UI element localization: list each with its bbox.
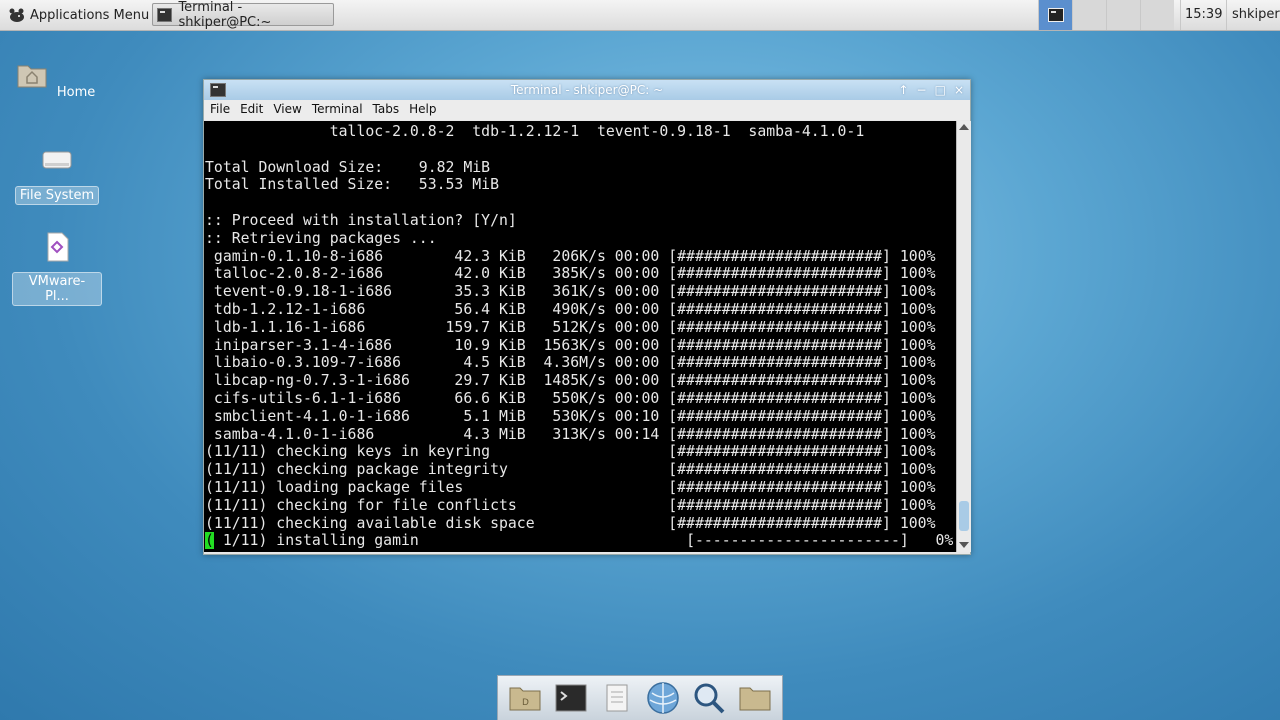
text-editor-icon bbox=[606, 684, 628, 712]
terminal-line: ldb-1.1.16-1-i686 159.7 KiB 512K/s 00:00… bbox=[205, 318, 936, 336]
dock-search[interactable] bbox=[691, 680, 727, 716]
maximize-button[interactable]: □ bbox=[935, 80, 946, 100]
workspace-switcher bbox=[1038, 0, 1174, 30]
workspace-2[interactable] bbox=[1072, 0, 1106, 30]
terminal-line: tdb-1.2.12-1-i686 56.4 KiB 490K/s 00:00 … bbox=[205, 300, 936, 318]
terminal-line: iniparser-3.1-4-i686 10.9 KiB 1563K/s 00… bbox=[205, 336, 936, 354]
terminal-line: Total Download Size: 9.82 MiB bbox=[205, 158, 491, 176]
terminal-line: libcap-ng-0.7.3-1-i686 29.7 KiB 1485K/s … bbox=[205, 372, 936, 390]
desktop-icon-label: Home bbox=[56, 85, 96, 100]
dock-folder[interactable] bbox=[737, 680, 773, 716]
menu-help[interactable]: Help bbox=[406, 100, 443, 120]
scroll-down-arrow-icon[interactable] bbox=[959, 542, 969, 548]
terminal-icon bbox=[157, 7, 173, 22]
scroll-thumb[interactable] bbox=[959, 501, 969, 531]
menu-tabs[interactable]: Tabs bbox=[370, 100, 407, 120]
dock-web-browser[interactable] bbox=[645, 680, 681, 716]
applications-menu-label: Applications Menu bbox=[30, 7, 150, 23]
menu-edit[interactable]: Edit bbox=[237, 100, 270, 120]
shade-button[interactable]: ↑ bbox=[898, 80, 908, 100]
terminal-line: Total Installed Size: 53.53 MiB bbox=[205, 176, 499, 194]
terminal-scrollbar[interactable] bbox=[956, 121, 971, 552]
package-icon bbox=[47, 232, 69, 262]
dock-panel: D bbox=[497, 675, 783, 720]
window-titlebar[interactable]: Terminal - shkiper@PC: ~ ↑ − □ × bbox=[204, 80, 970, 100]
user-menu[interactable]: shkiper bbox=[1226, 0, 1280, 30]
svg-text:D: D bbox=[522, 698, 529, 708]
applications-menu-button[interactable]: Applications Menu bbox=[4, 0, 153, 30]
minimize-button[interactable]: − bbox=[917, 80, 927, 100]
top-panel: Applications Menu Terminal - shkiper@PC:… bbox=[0, 0, 1280, 31]
web-browser-icon bbox=[647, 682, 679, 714]
dock-terminal[interactable] bbox=[553, 680, 589, 716]
terminal-line: 1/11) installing gamin [----------------… bbox=[213, 532, 954, 550]
menu-terminal[interactable]: Terminal bbox=[309, 100, 370, 120]
terminal-line: talloc-2.0.8-2-i686 42.0 KiB 385K/s 00:0… bbox=[205, 265, 936, 283]
taskbar-button-label: Terminal - shkiper@PC:~ bbox=[178, 0, 272, 30]
xfce-mouse-icon bbox=[9, 8, 24, 22]
desktop-icon-label: File System bbox=[14, 186, 100, 205]
menu-file[interactable]: File bbox=[207, 100, 237, 120]
dock-text-editor[interactable] bbox=[599, 680, 635, 716]
terminal-line: tevent-0.9.18-1-i686 35.3 KiB 361K/s 00:… bbox=[205, 283, 936, 301]
terminal-line: (11/11) checking available disk space [#… bbox=[205, 514, 936, 532]
terminal-line: (11/11) loading package files [#########… bbox=[205, 478, 936, 496]
menubar: File Edit View Terminal Tabs Help bbox=[204, 100, 970, 120]
workspace-4[interactable] bbox=[1140, 0, 1174, 30]
terminal-window: Terminal - shkiper@PC: ~ ↑ − □ × File Ed… bbox=[203, 79, 971, 555]
terminal-line: smbclient-4.1.0-1-i686 5.1 MiB 530K/s 00… bbox=[205, 407, 936, 425]
home-folder-icon bbox=[17, 65, 47, 88]
terminal-line: cifs-utils-6.1-1-i686 66.6 KiB 550K/s 00… bbox=[205, 389, 936, 407]
terminal-line: gamin-0.1.10-8-i686 42.3 KiB 206K/s 00:0… bbox=[205, 247, 936, 265]
taskbar-terminal-button[interactable]: Terminal - shkiper@PC:~ bbox=[152, 0, 334, 30]
home-folder-icon: D bbox=[509, 687, 541, 711]
desktop-icon-label: VMware-Pl... bbox=[12, 272, 102, 306]
workspace-1[interactable] bbox=[1038, 0, 1072, 30]
desktop-icon-file-system[interactable]: File System bbox=[12, 144, 102, 205]
window-title: Terminal - shkiper@PC: ~ bbox=[510, 83, 664, 97]
terminal-line: :: Retrieving packages ... bbox=[205, 229, 437, 247]
close-button[interactable]: × bbox=[954, 80, 964, 100]
terminal-icon bbox=[1047, 8, 1064, 22]
drive-icon bbox=[42, 151, 72, 169]
terminal-line: samba-4.1.0-1-i686 4.3 MiB 313K/s 00:14 … bbox=[205, 425, 936, 443]
terminal-line: (11/11) checking package integrity [####… bbox=[205, 461, 936, 479]
terminal-line: :: Proceed with installation? [Y/n] bbox=[205, 211, 517, 229]
desktop-icon-home[interactable]: Home bbox=[12, 58, 102, 101]
terminal-line: (11/11) checking keys in keyring [######… bbox=[205, 443, 936, 461]
folder-icon bbox=[739, 687, 771, 711]
desktop-icon-vmware[interactable]: VMware-Pl... bbox=[12, 230, 102, 306]
scroll-up-arrow-icon[interactable] bbox=[959, 124, 969, 130]
terminal-icon bbox=[555, 684, 587, 712]
terminal-line: talloc-2.0.8-2 tdb-1.2.12-1 tevent-0.9.1… bbox=[205, 123, 865, 140]
terminal-icon bbox=[210, 83, 226, 97]
clock[interactable]: 15:39 bbox=[1180, 0, 1226, 30]
terminal-output[interactable]: talloc-2.0.8-2 tdb-1.2.12-1 tevent-0.9.1… bbox=[204, 121, 956, 552]
terminal-line: (11/11) checking for file conflicts [###… bbox=[205, 496, 936, 514]
dock-home-folder[interactable]: D bbox=[507, 680, 543, 716]
search-icon bbox=[694, 683, 725, 714]
menu-view[interactable]: View bbox=[270, 100, 308, 120]
workspace-3[interactable] bbox=[1106, 0, 1140, 30]
terminal-cursor: ( bbox=[205, 532, 214, 550]
terminal-line: libaio-0.3.109-7-i686 4.5 KiB 4.36M/s 00… bbox=[205, 354, 936, 372]
